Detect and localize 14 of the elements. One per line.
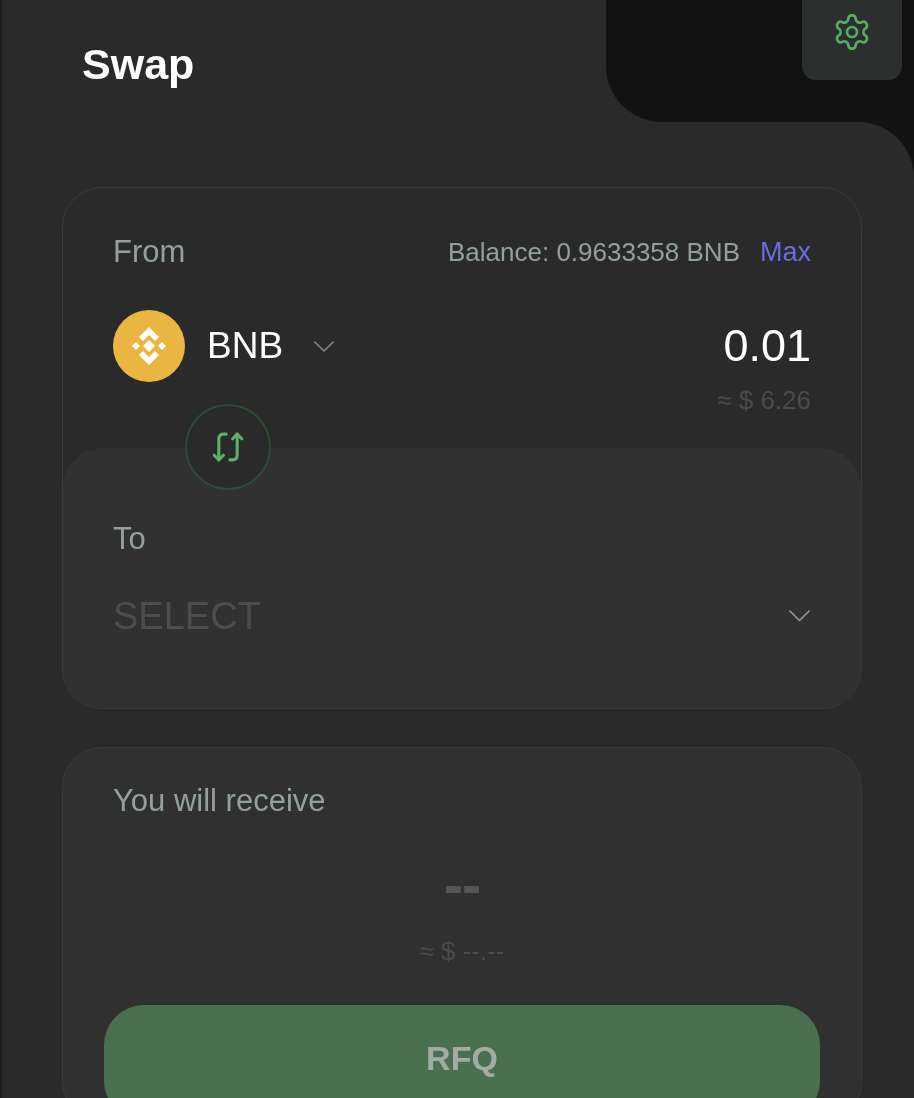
to-label: To [113,520,146,558]
receive-label: You will receive [113,782,326,820]
page-title: Swap [82,39,195,90]
balance-text: Balance: 0.9633358 BNB [448,235,740,269]
chevron-down-icon [788,610,811,622]
receive-amount: -- [443,860,481,910]
from-label: From [113,232,186,271]
coin-icon [113,310,185,382]
chevron-down-icon [313,340,336,352]
receive-usd-value: ≈ $ --.-- [419,936,505,966]
settings-button[interactable] [802,0,902,80]
max-link[interactable]: Max [760,231,811,273]
token-select[interactable]: BNB [113,310,336,382]
amount-field[interactable]: 0.01 [723,318,811,374]
